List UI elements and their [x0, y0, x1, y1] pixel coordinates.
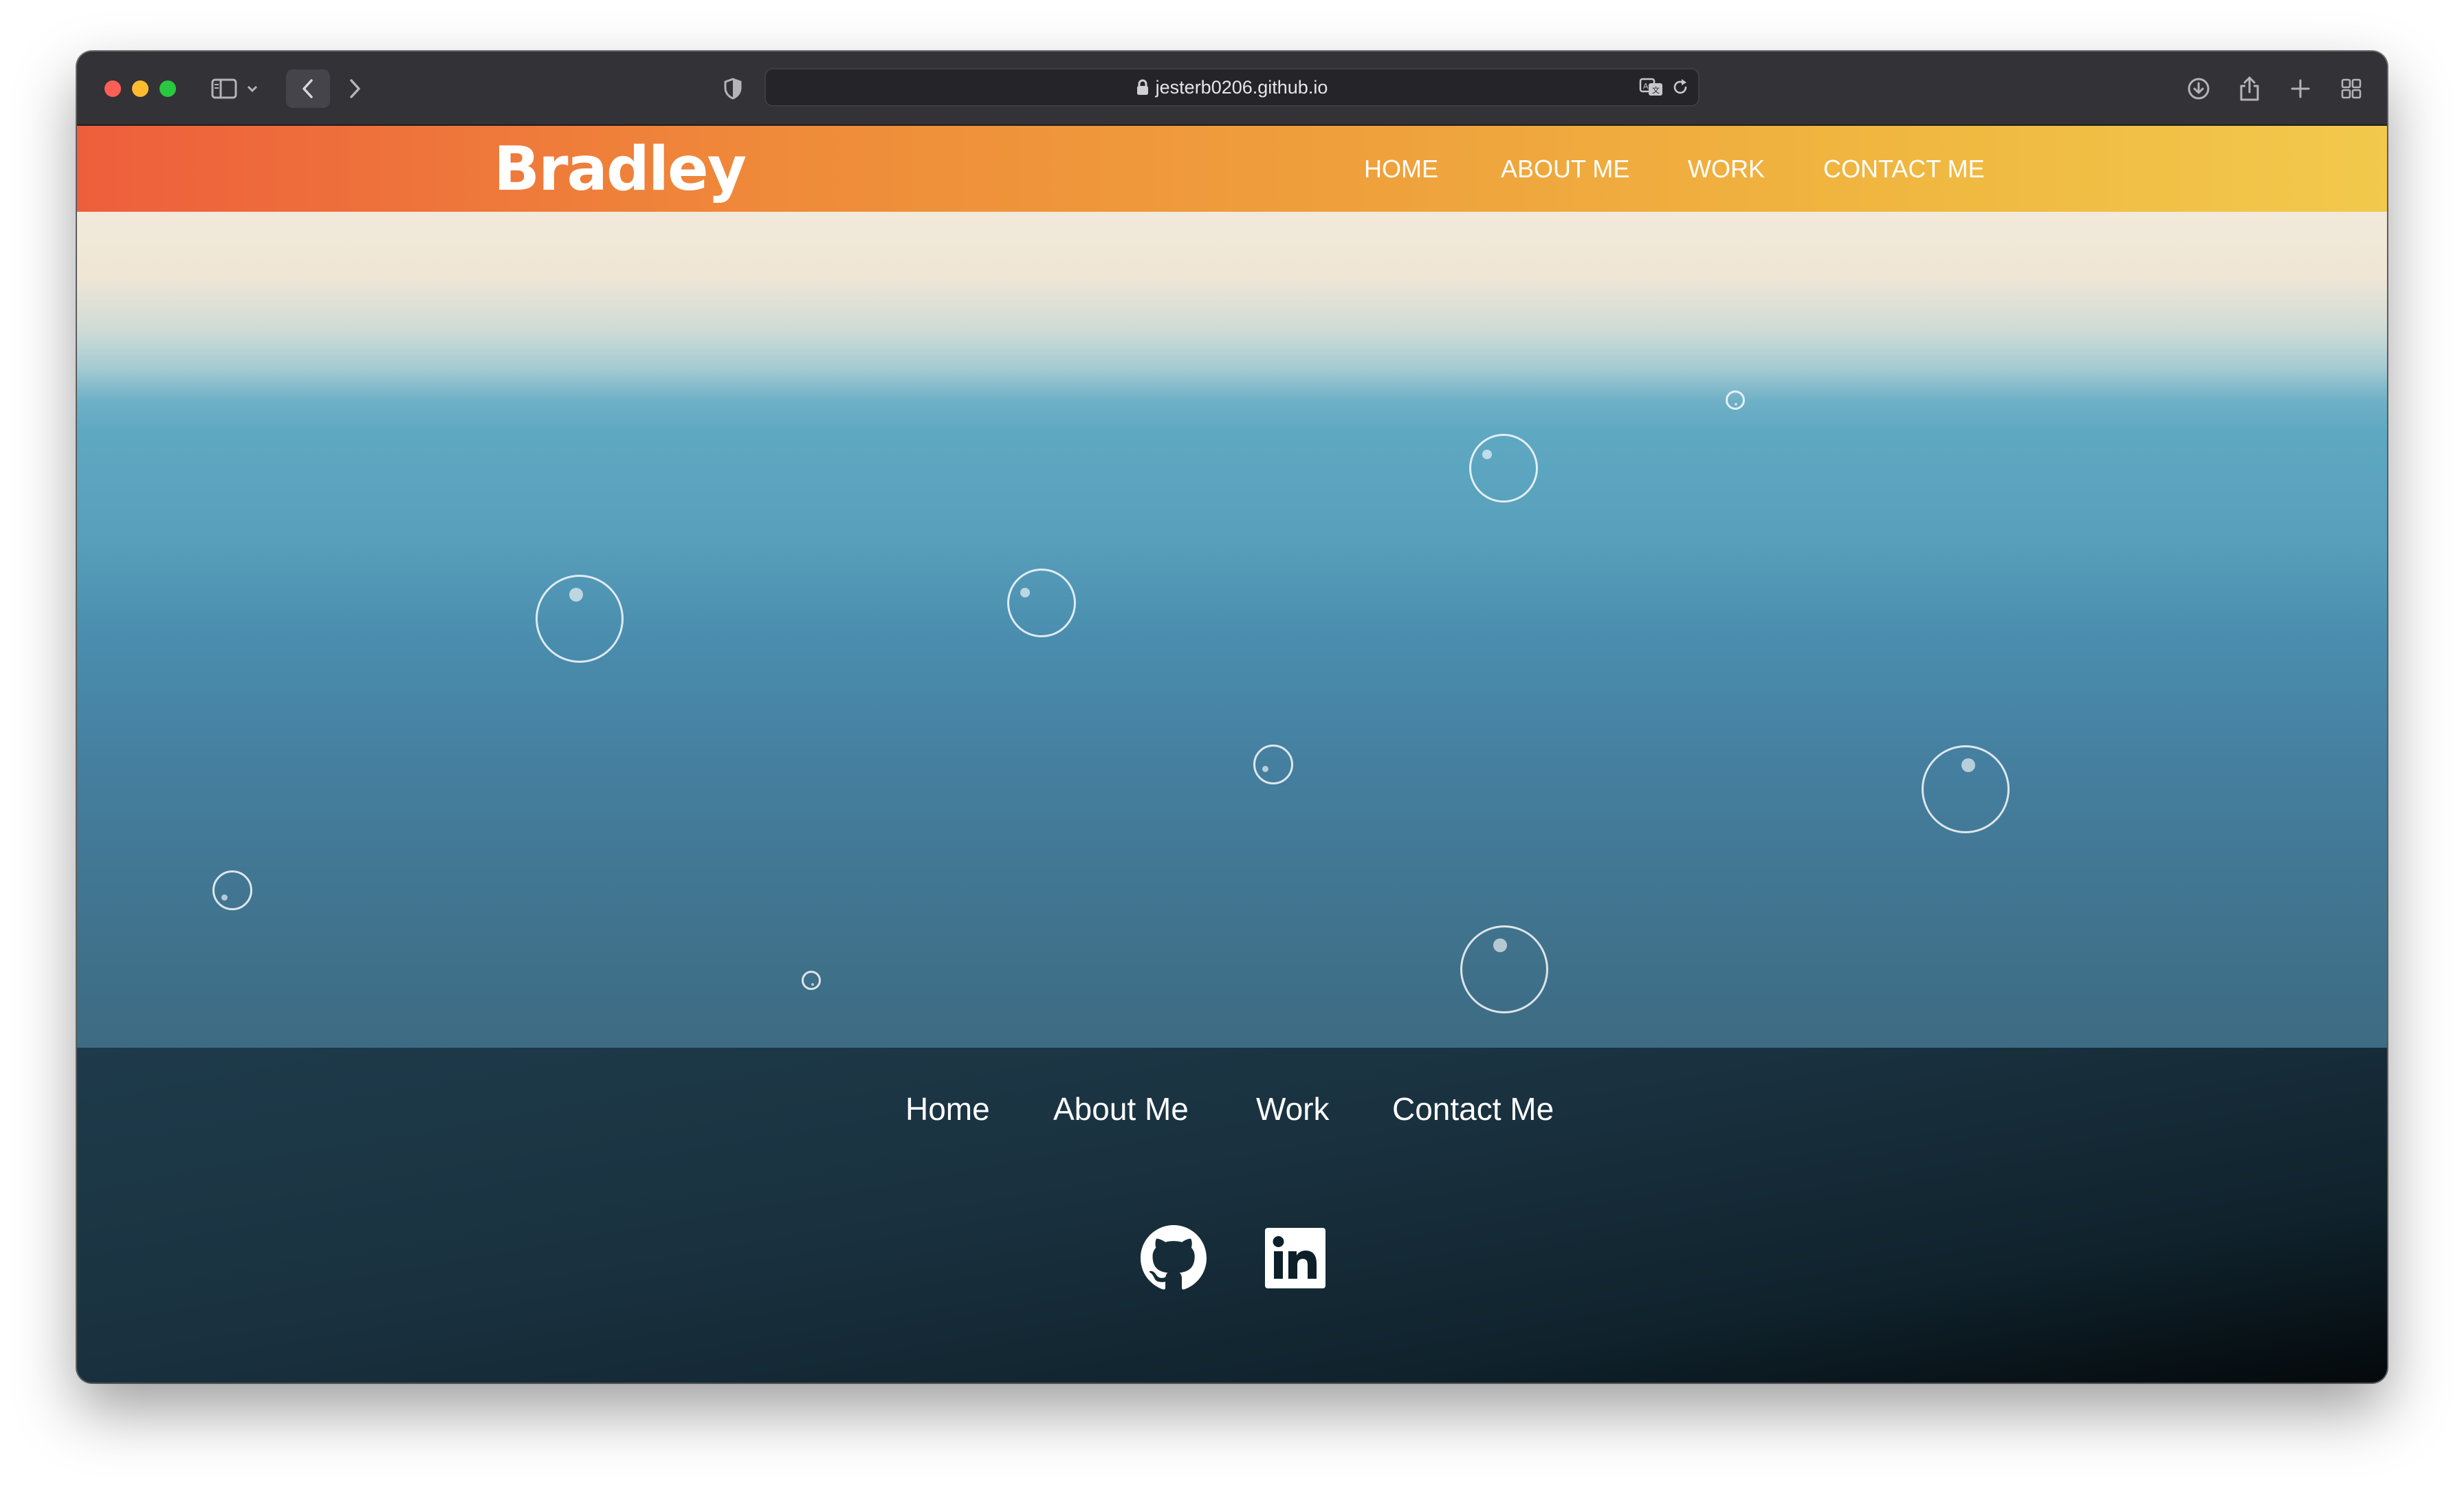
share-icon[interactable]	[2232, 69, 2267, 108]
chevron-left-icon	[302, 79, 313, 98]
reload-icon[interactable]	[1671, 78, 1690, 97]
bubble	[802, 971, 821, 990]
bubble	[1469, 434, 1538, 503]
chevron-down-icon[interactable]	[243, 69, 261, 108]
bubble	[536, 575, 624, 663]
nav-link-contact-me[interactable]: CONTACT ME	[1823, 155, 1985, 184]
download-icon[interactable]	[2181, 69, 2216, 108]
minimize-window-button[interactable]	[132, 80, 148, 97]
web-page: Bradley HOME ABOUT ME WORK CONTACT ME Ho…	[77, 126, 2387, 1383]
footer-link-contact-me[interactable]: Contact Me	[1392, 1090, 1554, 1128]
bubble	[1460, 925, 1548, 1013]
github-icon[interactable]	[1141, 1225, 1207, 1291]
hero-section	[77, 212, 2387, 1048]
back-button[interactable]	[286, 69, 330, 108]
grid-icon[interactable]	[2333, 69, 2369, 108]
nav-link-work[interactable]: WORK	[1688, 155, 1765, 184]
nav-link-about-me[interactable]: ABOUT ME	[1501, 155, 1629, 184]
nav-link-home[interactable]: HOME	[1364, 155, 1438, 184]
svg-text:A: A	[1643, 82, 1649, 91]
chevron-right-icon	[350, 79, 360, 98]
plus-icon[interactable]	[2282, 69, 2318, 108]
bubble	[1922, 745, 2010, 833]
shield-icon[interactable]	[716, 69, 749, 108]
url-text: jesterb0206.github.io	[1155, 76, 1328, 98]
lock-icon	[1136, 79, 1149, 96]
bubble	[1007, 569, 1076, 637]
sidebar-icon[interactable]	[208, 69, 241, 108]
close-window-button[interactable]	[104, 80, 121, 97]
bubble	[1726, 390, 1745, 410]
svg-text:文: 文	[1652, 85, 1660, 95]
translate-icon[interactable]: A 文	[1639, 76, 1664, 98]
site-footer: Home About Me Work Contact Me	[77, 1048, 2387, 1383]
bubble	[1253, 745, 1293, 784]
site-header: Bradley HOME ABOUT ME WORK CONTACT ME	[77, 126, 2387, 212]
address-bar[interactable]: jesterb0206.github.io A 文	[764, 68, 1700, 107]
forward-button[interactable]	[333, 69, 377, 108]
footer-link-work[interactable]: Work	[1256, 1090, 1330, 1128]
browser-window: jesterb0206.github.io A 文 Bradley HOME A…	[77, 52, 2387, 1383]
bubble	[212, 870, 252, 910]
maximize-window-button[interactable]	[160, 80, 176, 97]
footer-link-home[interactable]: Home	[905, 1090, 990, 1128]
footer-link-about-me[interactable]: About Me	[1053, 1090, 1189, 1128]
browser-toolbar: jesterb0206.github.io A 文	[77, 52, 2387, 126]
site-logo[interactable]: Bradley	[494, 131, 747, 207]
linkedin-icon[interactable]	[1262, 1225, 1328, 1291]
